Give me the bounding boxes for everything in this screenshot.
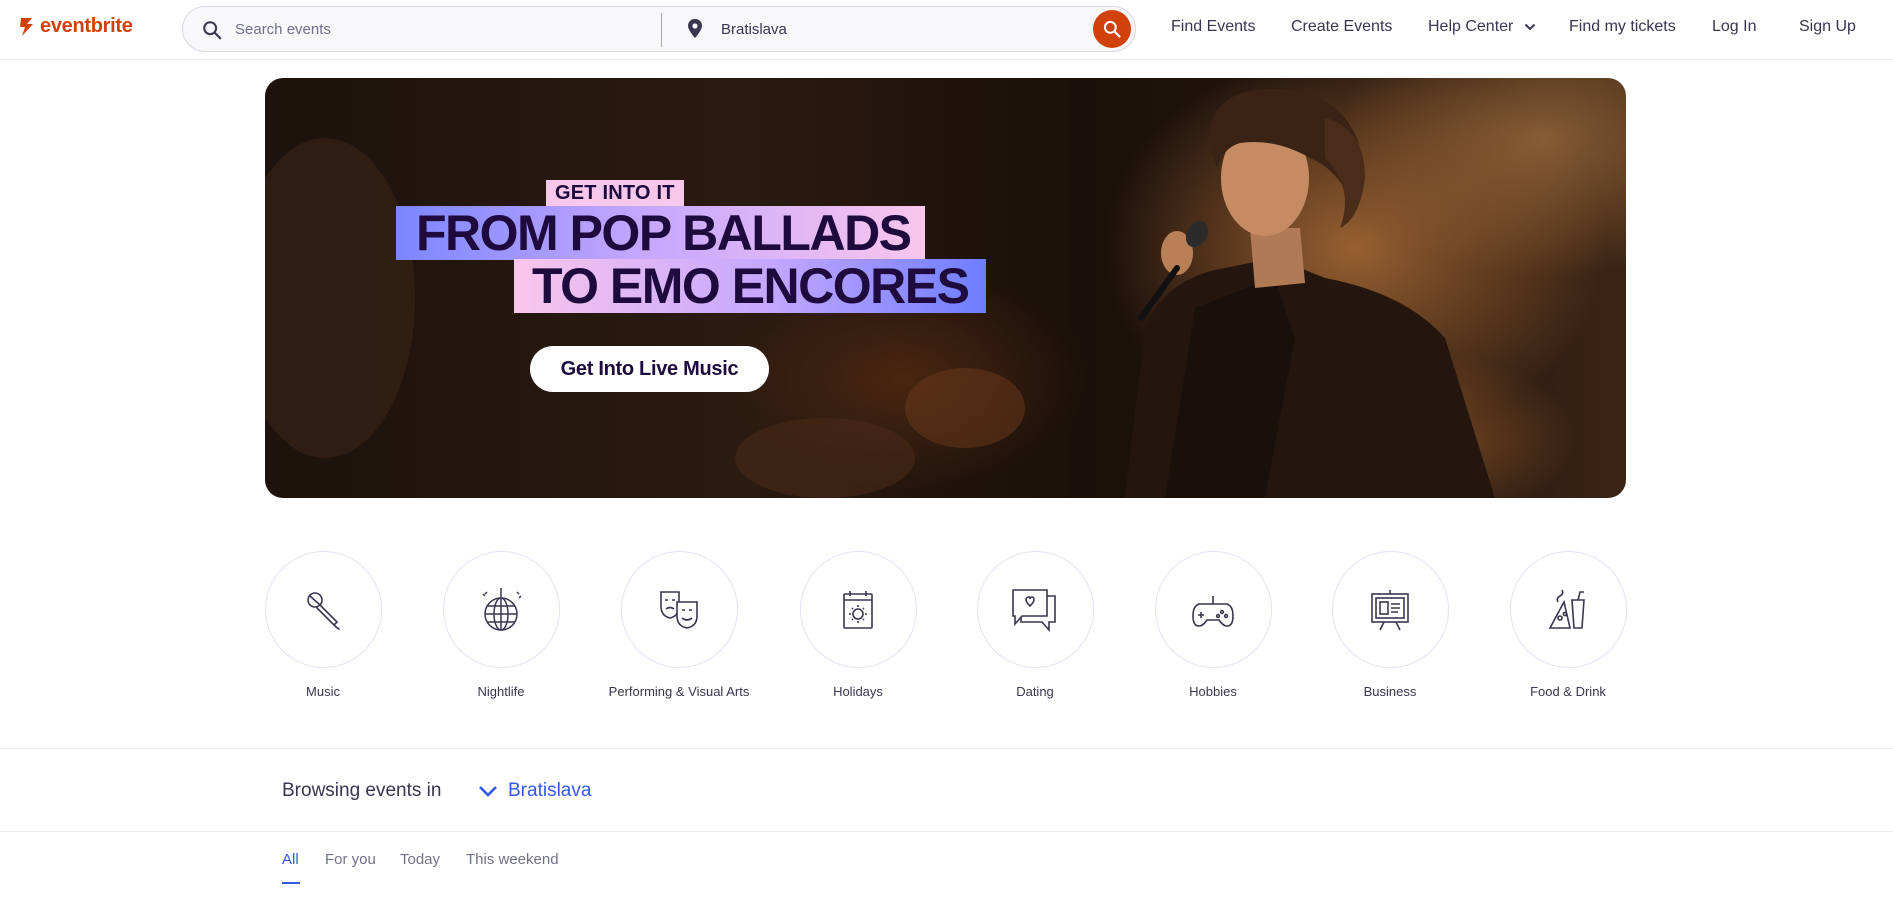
location-input[interactable] <box>721 14 1021 44</box>
food-drink-icon <box>1548 589 1585 629</box>
nav-help-center[interactable]: Help Center <box>1428 18 1536 36</box>
theater-masks-icon <box>660 590 698 629</box>
tab-all[interactable]: All <box>282 851 299 868</box>
category-icon-circle <box>1331 551 1449 668</box>
gamepad-icon <box>1192 595 1234 627</box>
presentation-board-icon <box>1371 589 1409 630</box>
category-icon-circle <box>442 551 560 668</box>
category-icon-circle <box>1509 551 1627 668</box>
eventbrite-logo-icon <box>20 17 33 36</box>
nav-sign-up[interactable]: Sign Up <box>1799 18 1856 36</box>
hero-headline-line1: FROM POP BALLADS <box>396 206 925 260</box>
category-nightlife[interactable]: Nightlife <box>421 551 581 700</box>
nav-create-events[interactable]: Create Events <box>1291 18 1392 36</box>
category-food-drink[interactable]: Food & Drink <box>1488 551 1648 700</box>
browsing-events-label: Browsing events in <box>282 780 442 801</box>
chevron-down-icon <box>479 786 497 797</box>
section-divider <box>0 831 1893 832</box>
category-label: Music <box>306 684 340 699</box>
city-selector[interactable]: Bratislava <box>478 780 591 802</box>
search-divider <box>661 13 662 47</box>
nav-help-center-label: Help Center <box>1428 18 1514 35</box>
nav-log-in[interactable]: Log In <box>1712 18 1756 36</box>
location-pin-icon <box>688 19 702 38</box>
active-tab-indicator <box>282 882 300 884</box>
category-label: Food & Drink <box>1530 684 1606 699</box>
category-label: Hobbies <box>1189 684 1237 699</box>
hero-headline-line2: TO EMO ENCORES <box>514 259 987 313</box>
search-bar <box>182 6 1136 52</box>
section-divider <box>0 748 1893 749</box>
tab-today[interactable]: Today <box>400 851 440 868</box>
category-icon-circle <box>620 551 738 668</box>
category-music[interactable]: Music <box>243 551 403 700</box>
category-label: Holidays <box>833 684 883 699</box>
microphone-icon <box>307 591 340 630</box>
category-icon-circle <box>799 551 917 668</box>
hero-banner[interactable]: GET INTO IT FROM POP BALLADS TO EMO ENCO… <box>265 78 1626 498</box>
chat-heart-icon <box>1012 588 1056 632</box>
category-icon-circle <box>976 551 1094 668</box>
disco-ball-icon <box>482 587 522 631</box>
category-label: Performing & Visual Arts <box>608 684 750 699</box>
top-header: eventbrite Find Events Create Events Hel… <box>0 0 1893 60</box>
calendar-sun-icon <box>843 590 873 629</box>
tab-this-weekend[interactable]: This weekend <box>466 851 559 868</box>
category-holidays[interactable]: Holidays <box>778 551 938 700</box>
nav-find-my-tickets[interactable]: Find my tickets <box>1569 18 1676 36</box>
search-icon <box>203 21 222 40</box>
eventbrite-logo[interactable]: eventbrite <box>18 15 133 38</box>
category-icon-circle <box>1154 551 1272 668</box>
search-icon <box>1103 20 1121 38</box>
category-label: Nightlife <box>477 684 525 699</box>
hero-kicker: GET INTO IT <box>546 180 684 207</box>
search-submit-button[interactable] <box>1093 10 1131 48</box>
tab-for-you[interactable]: For you <box>325 851 376 868</box>
chevron-down-icon <box>1524 23 1536 31</box>
category-dating[interactable]: Dating <box>955 551 1115 700</box>
search-input[interactable] <box>235 14 635 44</box>
category-label: Dating <box>1016 684 1054 699</box>
category-hobbies[interactable]: Hobbies <box>1133 551 1293 700</box>
category-performing-visual-arts[interactable]: Performing & Visual Arts <box>599 551 759 700</box>
get-into-live-music-button[interactable]: Get Into Live Music <box>530 346 769 392</box>
category-business[interactable]: Business <box>1310 551 1470 700</box>
category-label: Business <box>1363 684 1417 699</box>
category-icon-circle <box>264 551 382 668</box>
nav-find-events[interactable]: Find Events <box>1171 18 1255 36</box>
city-selector-value: Bratislava <box>508 780 592 801</box>
logo-text: eventbrite <box>40 15 133 37</box>
